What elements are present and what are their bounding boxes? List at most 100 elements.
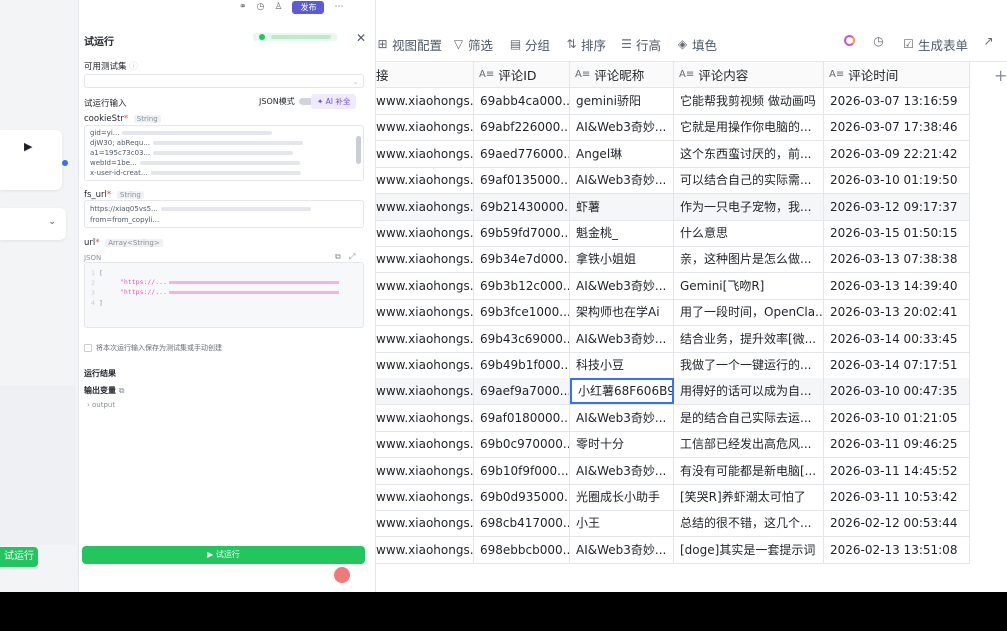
table-cell[interactable]: AI&Web3奇妙...: [570, 325, 674, 352]
canvas-run-button[interactable]: 试运行: [0, 547, 38, 567]
table-row[interactable]: www.xiaohongs... 69b0c970000... 零时十分 工信部已经发…: [376, 431, 970, 459]
generate-form-button[interactable]: ☑ 生成表单: [902, 35, 968, 54]
table-row[interactable]: www.xiaohongs... 69b34e7d000... 拿铁小姐姐 亲，这种图…: [376, 246, 970, 274]
table-cell[interactable]: 魁金桃_: [570, 220, 674, 246]
table-row[interactable]: www.xiaohongs... 69b43c69000... AI&Web3奇妙.…: [376, 325, 970, 353]
table-cell[interactable]: www.xiaohongs...: [376, 88, 474, 114]
table-cell[interactable]: 69b10f9f000...: [474, 457, 570, 484]
expand-icon[interactable]: ⤢: [349, 252, 355, 262]
table-cell[interactable]: 2026-03-11 10:53:42: [824, 484, 970, 510]
table-cell[interactable]: 虾薯: [570, 193, 674, 220]
table-cell[interactable]: www.xiaohongs...: [376, 140, 474, 167]
table-cell[interactable]: 2026-03-11 09:46:25: [824, 431, 970, 458]
table-cell[interactable]: 光圈成长小助手: [570, 484, 674, 510]
table-cell[interactable]: www.xiaohongs...: [376, 325, 474, 352]
table-cell[interactable]: 2026-03-09 22:21:42: [824, 140, 970, 167]
table-cell[interactable]: 小王: [570, 510, 674, 537]
table-cell[interactable]: 作为一只电子宠物，我...: [674, 193, 824, 220]
table-cell[interactable]: 这个东西蛮讨厌的，前...: [674, 140, 824, 167]
table-cell[interactable]: 2026-03-10 00:47:35: [824, 378, 970, 405]
table-cell[interactable]: 69b3b12c000...: [474, 272, 570, 299]
ai-complete-button[interactable]: ✦ AI 补全: [311, 94, 357, 109]
column-header-nickname[interactable]: A≡ 评论昵称: [570, 62, 674, 88]
table-cell[interactable]: 69abf226000...: [474, 114, 570, 141]
table-cell[interactable]: 可以结合自己的实际需...: [674, 167, 824, 194]
table-cell[interactable]: [笑哭R]养虾潮太可怕了: [674, 484, 824, 510]
filter-button[interactable]: ▽ 筛选: [452, 35, 493, 54]
table-cell[interactable]: 有没有可能都是新电脑[...: [674, 457, 824, 484]
workflow-canvas[interactable]: ▶ ⌄ 试运行: [0, 0, 78, 592]
table-cell[interactable]: 2026-03-11 14:45:52: [824, 457, 970, 484]
table-cell[interactable]: 69b21430000...: [474, 193, 570, 220]
table-cell[interactable]: 拿铁小姐姐: [570, 246, 674, 273]
table-cell[interactable]: AI&Web3奇妙...: [570, 167, 674, 194]
table-cell[interactable]: 零时十分: [570, 431, 674, 458]
table-cell[interactable]: www.xiaohongs...: [376, 431, 474, 458]
testset-select[interactable]: ⌄: [84, 74, 364, 88]
row-height-button[interactable]: ☰ 行高: [620, 35, 661, 54]
sort-button[interactable]: ⇅ 排序: [565, 35, 606, 54]
table-cell[interactable]: 69b0c970000...: [474, 431, 570, 458]
column-header-content[interactable]: A≡ 评论内容: [674, 62, 824, 88]
table-cell[interactable]: 69aed776000...: [474, 140, 570, 167]
table-cell[interactable]: 69af0135000...: [474, 167, 570, 194]
table-cell[interactable]: 2026-03-15 01:50:15: [824, 220, 970, 246]
table-row[interactable]: www.xiaohongs... 698ebbcb000... AI&Web3奇妙.…: [376, 536, 970, 564]
table-cell[interactable]: 什么意思: [674, 220, 824, 246]
table-cell[interactable]: 2026-03-13 20:02:41: [824, 299, 970, 326]
table-row[interactable]: www.xiaohongs... 69b49b1f000... 科技小豆 我做了一个一…: [376, 352, 970, 379]
run-button[interactable]: ▶ 试运行: [82, 546, 365, 564]
table-cell[interactable]: AI&Web3奇妙...: [570, 536, 674, 563]
table-cell[interactable]: 69b34e7d000...: [474, 246, 570, 273]
table-cell[interactable]: www.xiaohongs...: [376, 484, 474, 510]
avatar[interactable]: [334, 567, 350, 583]
ai-assistant-icon[interactable]: [844, 35, 855, 46]
table-cell[interactable]: www.xiaohongs...: [376, 457, 474, 484]
table-cell[interactable]: 69b59fd7000...: [474, 220, 570, 246]
table-cell[interactable]: gemini骄阳: [570, 88, 674, 114]
table-cell[interactable]: www.xiaohongs...: [376, 352, 474, 378]
table-cell[interactable]: 是的结合自己实际去运...: [674, 404, 824, 431]
table-cell[interactable]: 69af0180000...: [474, 404, 570, 431]
table-cell[interactable]: 69abb4ca000...: [474, 88, 570, 114]
table-cell[interactable]: www.xiaohongs...: [376, 272, 474, 299]
table-cell[interactable]: 亲，这种图片是怎么做...: [674, 246, 824, 273]
table-row[interactable]: www.xiaohongs... 69b21430000... 虾薯 作为一只电子宠物…: [376, 193, 970, 221]
table-cell[interactable]: 架构师也在学Ai: [570, 299, 674, 326]
save-testset-checkbox[interactable]: 将本次运行输入保存为测试集或手动创建: [84, 343, 222, 353]
table-cell[interactable]: 总结的很不错，这几个...: [674, 510, 824, 537]
output-variable-item[interactable]: › output: [87, 401, 115, 409]
table-cell[interactable]: Gemini[飞吻R]: [674, 272, 824, 299]
table-cell[interactable]: AI&Web3奇妙...: [570, 272, 674, 299]
table-cell[interactable]: Angel琳: [570, 140, 674, 167]
table-cell[interactable]: 它能帮我剪视频 做动画吗: [674, 88, 824, 114]
cookie-input[interactable]: gid=yi... djW30; abRequ... a1=195c73c03.…: [84, 125, 364, 181]
fs-url-input[interactable]: https://xiaq05vs5... from=from_copyli...: [84, 200, 364, 228]
table-cell[interactable]: 2026-03-07 17:38:46: [824, 114, 970, 141]
chevron-down-icon[interactable]: ⌄: [48, 216, 56, 227]
table-row[interactable]: www.xiaohongs... 69abf226000... AI&Web3奇妙.…: [376, 114, 970, 142]
table-cell[interactable]: 2026-03-12 09:17:37: [824, 193, 970, 220]
table-cell[interactable]: 2026-03-14 07:17:51: [824, 352, 970, 378]
history-icon[interactable]: ◷: [872, 35, 885, 48]
table-cell[interactable]: 用了一段时间，OpenCla...: [674, 299, 824, 326]
table-cell[interactable]: www.xiaohongs...: [376, 193, 474, 220]
table-row[interactable]: www.xiaohongs... 69aef9a7000... 小红薯68F606B…: [376, 378, 970, 406]
table-cell[interactable]: 2026-03-13 07:38:38: [824, 246, 970, 273]
table-cell[interactable]: 698cb417000...: [474, 510, 570, 537]
copy-icon[interactable]: ⧉: [119, 386, 125, 395]
view-config-button[interactable]: ⊞ 视图配置: [376, 35, 442, 54]
table-cell[interactable]: 2026-03-10 01:21:05: [824, 404, 970, 431]
table-cell[interactable]: www.xiaohongs...: [376, 510, 474, 537]
table-cell[interactable]: 它就是用操作你电脑的...: [674, 114, 824, 141]
table-cell[interactable]: 结合业务，提升效率[微...: [674, 325, 824, 352]
table-row[interactable]: www.xiaohongs... 69aed776000... Angel琳 这个东西…: [376, 140, 970, 168]
group-button[interactable]: ▤ 分组: [509, 35, 550, 54]
table-cell[interactable]: 2026-02-13 13:51:08: [824, 536, 970, 563]
share-icon[interactable]: ↗: [982, 35, 995, 48]
table-cell[interactable]: 2026-03-13 14:39:40: [824, 272, 970, 299]
copy-icon[interactable]: ⧉: [335, 252, 341, 262]
publish-button[interactable]: 发布: [292, 0, 325, 14]
table-cell[interactable]: 69b49b1f000...: [474, 352, 570, 378]
table-cell[interactable]: AI&Web3奇妙...: [570, 457, 674, 484]
